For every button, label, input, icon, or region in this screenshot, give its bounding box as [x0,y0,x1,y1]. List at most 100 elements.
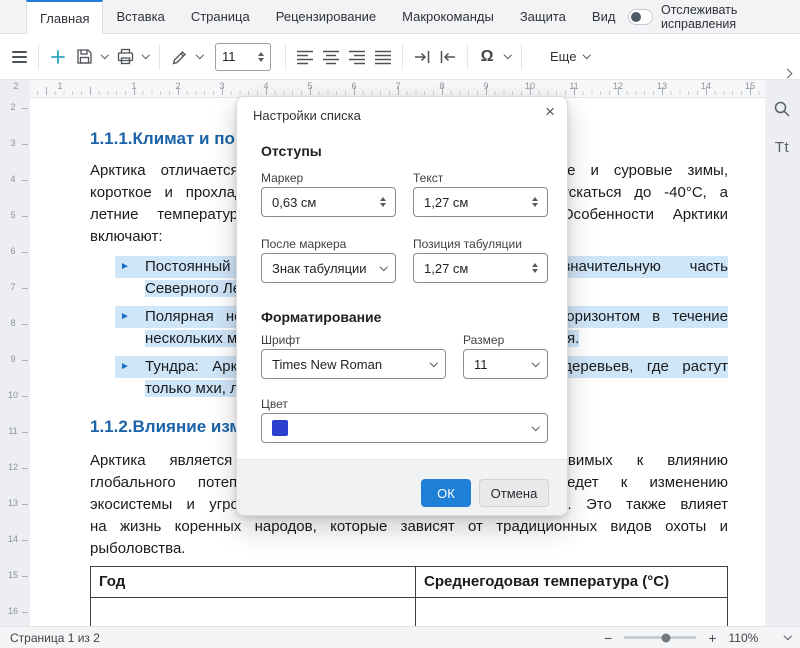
zoom-slider[interactable] [624,636,696,639]
highlight-color-menu-button[interactable] [192,41,207,73]
insert-symbol-button[interactable]: Ω [474,41,500,73]
color-label: Цвет [261,397,288,411]
spinner-icon[interactable] [532,197,538,207]
tab-stranitsa[interactable]: Страница [178,0,263,33]
print-menu-button[interactable] [138,41,153,73]
font-label: Шрифт [261,333,300,347]
font-size-value: 11 [222,49,236,64]
ruler-number: 4 [0,174,26,184]
zoom-out-button[interactable]: − [602,631,614,645]
chevron-down-icon [583,51,591,59]
text-label: Текст [413,171,443,185]
font-size-select[interactable]: 11 [215,43,271,71]
size-dropdown[interactable]: 11 [463,349,548,379]
main-menu-button[interactable] [6,41,32,73]
page-indicator: Страница 1 из 2 [10,631,100,645]
ruler-number: 10 [0,390,26,400]
tab-vid[interactable]: Вид [579,0,629,33]
ruler-number: 12 [0,462,26,472]
toolbar-separator [159,44,160,70]
ruler-number: 8 [439,81,444,91]
save-menu-button[interactable] [97,41,112,73]
text-styles-button[interactable]: Tt [775,139,789,156]
save-icon [75,47,94,66]
insert-symbol-menu-button[interactable] [500,41,515,73]
chevron-down-icon [101,51,109,59]
font-value: Times New Roman [272,357,382,372]
v-ruler: 2345678910111213141516 [0,98,30,626]
menu-bar: Главная Вставка Страница Рецензирование … [0,0,800,34]
ruler-number: 11 [0,426,26,436]
toolbar-separator [38,44,39,70]
spinner-icon[interactable] [258,52,264,62]
paragraph-line: рыболовства. [90,538,728,560]
after-marker-dropdown[interactable]: Знак табуляции [261,253,396,283]
toolbar: 11 Ω Еще [0,34,800,80]
ruler-number: 14 [0,534,26,544]
chevron-right-icon [783,69,793,79]
zoom-controls: − + 110% [602,631,790,645]
tab-makrokomandy[interactable]: Макрокоманды [389,0,507,33]
ruler-number: 6 [0,246,26,256]
ok-button[interactable]: ОК [421,479,471,507]
track-changes-group: Отслеживать исправления [628,0,800,33]
marker-pen-icon [170,48,188,66]
ruler-number: 15 [0,570,26,580]
ruler-number: 7 [395,81,400,91]
omega-icon: Ω [481,48,494,66]
new-document-button[interactable] [45,41,71,73]
ruler-number: 7 [0,282,26,292]
ruler-number: 16 [0,606,26,616]
font-dropdown[interactable]: Times New Roman [261,349,446,379]
tab-label: Страница [191,9,250,24]
tab-position-value: 1,27 см [424,261,468,276]
track-changes-label: Отслеживать исправления [661,3,786,31]
text-indent-input[interactable]: 1,27 см [413,187,548,217]
chevron-down-icon [531,359,539,367]
color-dropdown[interactable] [261,413,548,443]
zoom-level: 110% [729,631,761,645]
table-header-cell-temperature: Среднегодовая температура (°C) [416,567,728,598]
zoom-slider-knob[interactable] [662,633,671,642]
print-button[interactable] [112,41,138,73]
tab-zashchita[interactable]: Защита [507,0,579,33]
spinner-icon[interactable] [380,197,386,207]
ruler-number: 5 [307,81,312,91]
ruler-number: 2 [0,102,26,112]
table-row [91,598,728,627]
ruler-number: 13 [657,81,667,91]
highlight-color-button[interactable] [166,41,192,73]
align-justify-button[interactable] [370,41,396,73]
cancel-button[interactable]: Отмена [479,479,549,507]
tab-vstavka[interactable]: Вставка [103,0,177,33]
ruler-number: 5 [0,210,26,220]
ruler-number: 12 [613,81,623,91]
more-button[interactable]: Еще [550,49,590,64]
search-button[interactable] [773,100,791,123]
marker-indent-input[interactable]: 0,63 см [261,187,396,217]
align-center-button[interactable] [318,41,344,73]
chevron-down-icon [429,359,437,367]
table-cell [416,598,728,627]
spinner-icon[interactable] [532,263,538,273]
save-button[interactable] [71,41,97,73]
dialog-title: Настройки списка [253,108,361,123]
toolbar-separator [521,44,522,70]
align-center-icon [322,49,340,65]
table-header-row: Год Среднегодовая температура (°C) [91,567,728,598]
align-right-button[interactable] [344,41,370,73]
tab-retsenzirovanie[interactable]: Рецензирование [263,0,389,33]
indent-increase-button[interactable] [409,41,435,73]
chevron-down-icon [531,423,539,431]
after-marker-value: Знак табуляции [272,261,367,276]
align-left-button[interactable] [292,41,318,73]
zoom-presets-button[interactable] [785,636,791,639]
tab-label: Главная [40,11,89,26]
tab-position-input[interactable]: 1,27 см [413,253,548,283]
dialog-close-button[interactable]: × [545,103,555,120]
toolbar-overflow-button[interactable] [784,64,791,82]
zoom-in-button[interactable]: + [706,631,718,645]
track-changes-toggle[interactable] [628,9,653,25]
tab-glavnaya[interactable]: Главная [26,0,103,34]
indent-decrease-button[interactable] [435,41,461,73]
